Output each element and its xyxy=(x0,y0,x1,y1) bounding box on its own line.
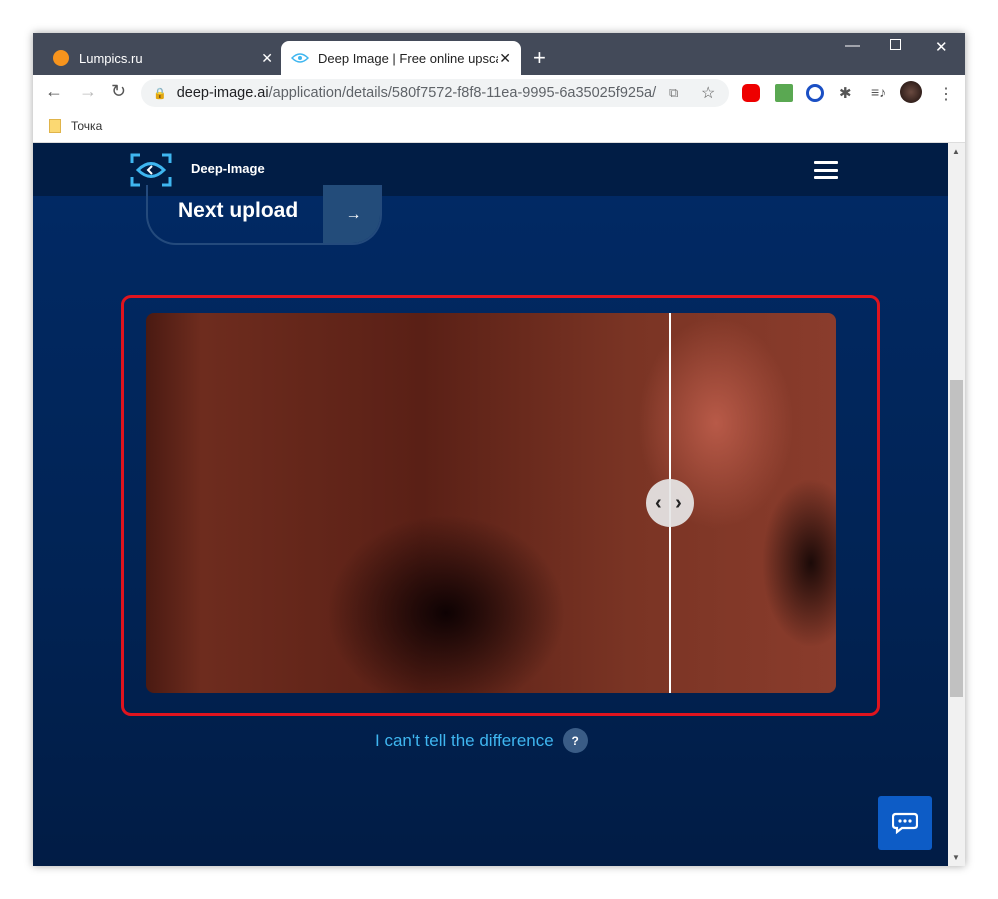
reload-button[interactable]: ↻ xyxy=(111,81,126,102)
tab-title: Lumpics.ru xyxy=(79,50,143,66)
arrow-right-icon: → xyxy=(323,185,380,243)
toolbar: ← → ↻ 🔒 deep-image.ai/application/detail… xyxy=(33,75,965,110)
translate-icon[interactable]: ⧉ xyxy=(669,85,678,101)
scrollbar[interactable]: ▲ ▼ xyxy=(948,143,965,866)
next-upload-label: Next upload xyxy=(178,199,299,222)
maximize-button[interactable] xyxy=(890,39,901,50)
tab-title: Deep Image | Free online upscale xyxy=(318,50,498,66)
address-bar[interactable]: 🔒 deep-image.ai/application/details/580f… xyxy=(141,79,729,107)
logo-text[interactable]: Deep-Image xyxy=(191,161,265,176)
page-content: Deep-Image Next upload → ‹ › I can't tel… xyxy=(33,143,948,866)
vpn-globe-icon[interactable] xyxy=(806,84,824,102)
scrollbar-thumb[interactable] xyxy=(950,380,963,697)
tab-deep-image[interactable]: Deep Image | Free online upscale ✕ xyxy=(281,41,521,75)
bookmark-item[interactable]: Точка xyxy=(71,119,102,133)
folder-icon xyxy=(49,119,61,133)
new-tab-button[interactable]: + xyxy=(533,45,546,71)
next-upload-button[interactable]: Next upload → xyxy=(146,185,382,245)
scroll-down-icon[interactable]: ▼ xyxy=(952,853,960,862)
music-extension-icon[interactable] xyxy=(775,84,793,102)
close-tab-icon[interactable]: ✕ xyxy=(499,50,511,67)
chat-button[interactable] xyxy=(878,796,932,850)
back-button[interactable]: ← xyxy=(45,81,63,102)
minimize-button[interactable]: — xyxy=(845,37,860,54)
menu-icon[interactable]: ⋮ xyxy=(938,84,956,103)
browser-window: Lumpics.ru ✕ Deep Image | Free online up… xyxy=(33,33,965,866)
comparison-slider-handle[interactable]: ‹ › xyxy=(646,479,695,527)
orange-icon xyxy=(53,50,69,66)
star-icon[interactable]: ☆ xyxy=(701,83,715,103)
url-domain: deep-image.ai xyxy=(176,85,269,101)
close-window-button[interactable]: ✕ xyxy=(935,38,948,56)
chat-icon xyxy=(892,812,918,834)
extensions-icon[interactable]: ✱ xyxy=(839,84,857,102)
avatar[interactable] xyxy=(900,81,922,103)
url-path: /application/details/580f7572-f8f8-11ea-… xyxy=(268,85,657,101)
difference-row: I can't tell the difference ? xyxy=(375,728,588,753)
tab-lumpics[interactable]: Lumpics.ru ✕ xyxy=(43,41,283,75)
adblock-icon[interactable] xyxy=(742,84,760,102)
cant-tell-difference-link[interactable]: I can't tell the difference xyxy=(375,731,554,751)
close-tab-icon[interactable]: ✕ xyxy=(261,50,273,67)
bookmarks-bar: Точка xyxy=(33,110,965,143)
help-icon[interactable]: ? xyxy=(562,728,588,753)
hamburger-menu-icon[interactable] xyxy=(814,161,838,179)
lock-icon: 🔒 xyxy=(153,87,167,100)
media-control-icon[interactable]: ≡♪ xyxy=(871,84,889,102)
logo-icon xyxy=(130,153,172,187)
tab-bar: Lumpics.ru ✕ Deep Image | Free online up… xyxy=(33,33,965,75)
forward-button[interactable]: → xyxy=(79,81,97,102)
scroll-up-icon[interactable]: ▲ xyxy=(952,147,960,156)
before-after-comparison[interactable]: ‹ › xyxy=(146,313,836,693)
eye-icon xyxy=(291,53,309,63)
